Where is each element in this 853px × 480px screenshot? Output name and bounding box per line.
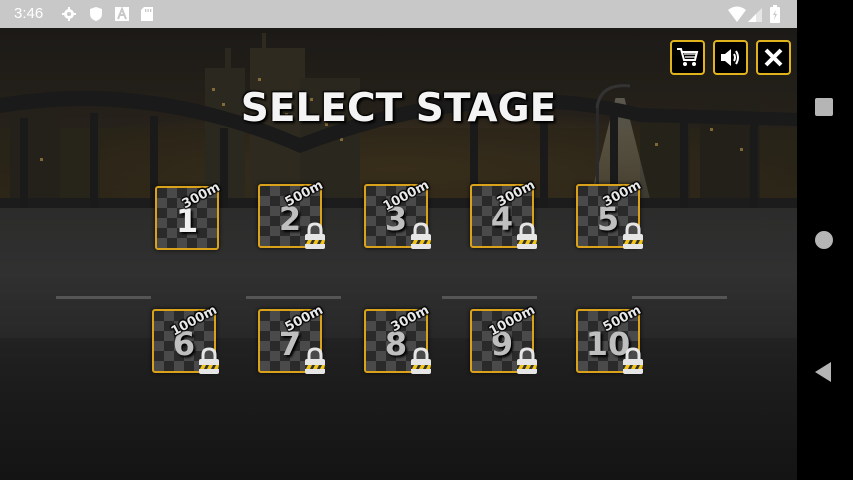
railing: [632, 296, 727, 299]
shop-button[interactable]: [670, 40, 705, 75]
sd-card-icon: [141, 7, 153, 21]
railing: [442, 296, 537, 299]
page-title: SELECT STAGE: [240, 86, 557, 131]
close-icon: [764, 48, 783, 67]
stage-1-button[interactable]: 1 300m: [155, 180, 223, 250]
railing: [56, 296, 151, 299]
lock-icon: [199, 347, 219, 374]
lock-icon: [623, 222, 643, 249]
stage-4-button[interactable]: 4 300m: [470, 178, 538, 249]
status-time: 3:46: [14, 5, 44, 22]
stage-3-button[interactable]: 3 1000m: [364, 178, 432, 249]
close-button[interactable]: [756, 40, 791, 75]
sound-button[interactable]: [713, 40, 748, 75]
stage-5-button[interactable]: 5 300m: [576, 178, 644, 249]
game-screen: SELECT STAGE 1 300m 2 500m 3 1000m 4 300…: [0, 28, 797, 480]
cart-icon: [677, 48, 699, 66]
lock-icon: [305, 222, 325, 249]
stage-10-button[interactable]: 10 500m: [576, 303, 644, 374]
lock-icon: [411, 347, 431, 374]
gear-icon: [62, 7, 76, 21]
stage-6-button[interactable]: 6 1000m: [152, 303, 220, 374]
speaker-icon: [721, 49, 739, 66]
stage-2-button[interactable]: 2 500m: [258, 178, 326, 249]
lock-icon: [411, 222, 431, 249]
status-bar: 3:46: [0, 0, 853, 28]
wifi-icon: [728, 6, 746, 22]
lock-icon: [517, 347, 537, 374]
navigation-bar: [797, 0, 853, 480]
lock-icon: [305, 347, 325, 374]
stage-7-button[interactable]: 7 500m: [258, 303, 326, 374]
railing: [246, 296, 341, 299]
stage-8-button[interactable]: 8 300m: [364, 303, 432, 374]
battery-icon: [770, 5, 780, 23]
recents-icon[interactable]: [815, 98, 833, 116]
home-icon[interactable]: [815, 231, 833, 249]
shield-icon: [90, 7, 102, 21]
signal-icon: [748, 8, 762, 22]
a-icon: [115, 7, 129, 21]
lock-icon: [623, 347, 643, 374]
back-icon[interactable]: [815, 362, 831, 382]
stage-9-button[interactable]: 9 1000m: [470, 303, 538, 374]
lock-icon: [517, 222, 537, 249]
